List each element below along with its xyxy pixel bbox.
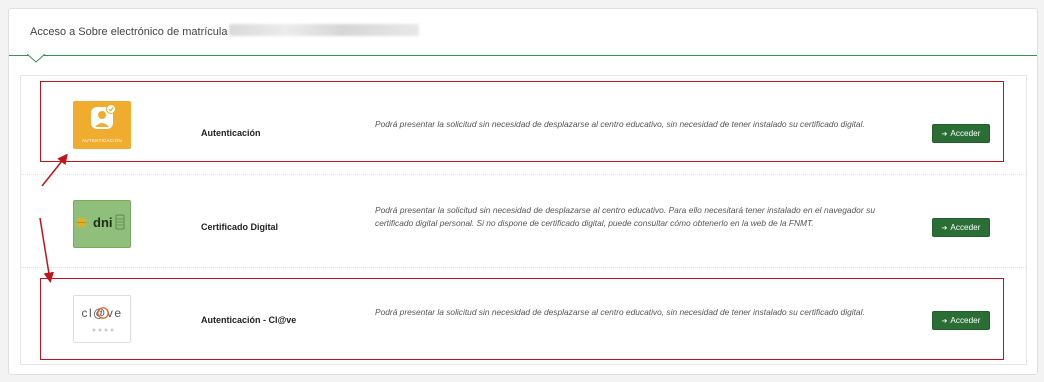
sign-in-icon: ➔ [941,317,948,325]
option-name: Autenticación - Cl@ve [201,315,297,325]
options-list: AUTENTICACIÓN Autenticación Podrá presen… [20,75,1027,365]
dni-logo: dni [73,200,131,248]
clave-logo: cl@ve [73,295,131,343]
acceder-button-clave[interactable]: ➔ Acceder [932,311,990,330]
panel-title: Acceso a Sobre electrónico de matrícula [30,26,228,38]
panel-header: Acceso a Sobre electrónico de matrícula [9,9,1037,56]
option-name: Autenticación [201,128,261,138]
option-row-autenticacion: AUTENTICACIÓN Autenticación Podrá presen… [21,76,1026,175]
option-row-certificado: dni Certificado Digital Podrá presentar … [21,174,1026,268]
option-description: Podrá presentar la solicitud sin necesid… [375,307,865,317]
button-label: Acceder [950,316,981,325]
autenticacion-logo: AUTENTICACIÓN [73,101,131,149]
button-label: Acceder [950,223,981,232]
acceder-button-certificado[interactable]: ➔ Acceder [932,218,990,237]
option-description: Podrá presentar la solicitud sin necesid… [375,205,875,228]
option-name: Certificado Digital [201,222,279,232]
sobre-electronico-panel: Acceso a Sobre electrónico de matrícula … [8,8,1038,375]
sign-in-icon: ➔ [941,130,948,138]
button-label: Acceder [950,129,981,138]
sign-in-icon: ➔ [941,224,948,232]
blurred-redacted-text [229,24,419,36]
dni-logo-label: dni [93,215,113,230]
option-row-clave: cl@ve Autenticación - Cl@ve Podrá presen… [21,267,1026,366]
autenticacion-logo-label: AUTENTICACIÓN [81,138,123,143]
clave-dots-icon [92,307,114,332]
option-description: Podrá presentar la solicitud sin necesid… [375,119,865,129]
acceder-button-autenticacion[interactable]: ➔ Acceder [932,124,990,143]
header-notch-icon [27,54,46,63]
